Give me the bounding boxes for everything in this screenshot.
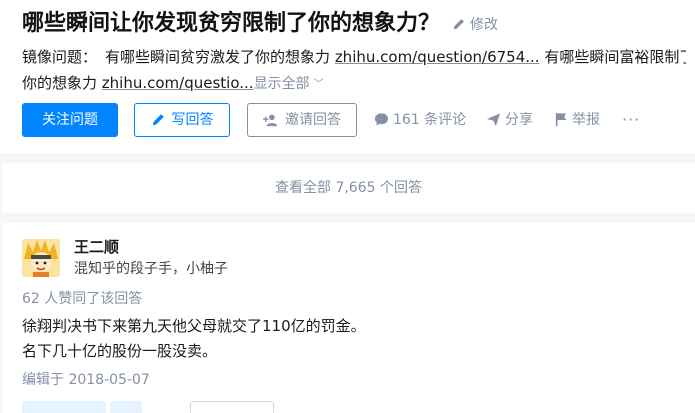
show-all-label: 显示全部 bbox=[253, 76, 310, 92]
answer-action-bar bbox=[22, 401, 322, 413]
upvote-button[interactable] bbox=[22, 401, 106, 413]
show-all-button[interactable]: 显示全部 ﹀ bbox=[254, 76, 324, 92]
view-all-answers-button[interactable]: 查看全部 7,665 个回答 bbox=[2, 163, 695, 213]
edit-label: 修改 bbox=[470, 17, 498, 33]
votes-note: 62 人赞同了该回答 bbox=[22, 291, 143, 307]
share-label: 分享 bbox=[505, 112, 533, 128]
answer-secondary-button[interactable] bbox=[190, 401, 274, 413]
share-button[interactable]: 分享 bbox=[486, 103, 533, 137]
write-answer-label: 写回答 bbox=[171, 112, 214, 128]
author-bio: 混知乎的段子手，小柚子 bbox=[74, 261, 228, 277]
avatar-image bbox=[22, 239, 60, 277]
answer-content: 徐翔判决书下来第九天他父母就交了110亿的罚金。 名下几十亿的股份一股没卖。 bbox=[22, 314, 366, 364]
invite-answer-label: 邀请回答 bbox=[285, 112, 341, 128]
downvote-button[interactable] bbox=[110, 401, 142, 413]
question-actions: 关注问题 写回答 邀请回答 161 条评论 分享 举报 ··· bbox=[22, 103, 695, 137]
pencil-icon bbox=[152, 114, 164, 126]
chevron-down-icon: ﹀ bbox=[313, 79, 324, 90]
comment-bubble-icon bbox=[374, 113, 389, 126]
comments-label: 161 条评论 bbox=[393, 112, 467, 128]
answer-card: 王二顺 混知乎的段子手，小柚子 62 人赞同了该回答 徐翔判决书下来第九天他父母… bbox=[2, 223, 695, 413]
comments-button[interactable]: 161 条评论 bbox=[374, 103, 466, 137]
edit-time[interactable]: 编辑于 2018-05-07 bbox=[22, 369, 150, 391]
author-name[interactable]: 王二顺 bbox=[74, 236, 119, 258]
question-title: 哪些瞬间让你发现贫穷限制了你的想象力？ bbox=[22, 11, 441, 36]
question-detail-line-1: 镜像问题： 有哪些瞬间贫穷激发了你的想象力 zhihu.com/question/… bbox=[22, 44, 686, 70]
answer-paragraph: 名下几十亿的股份一股没卖。 bbox=[22, 342, 218, 360]
answer-paragraph: 徐翔判决书下来第九天他父母就交了110亿的罚金。 bbox=[22, 317, 366, 335]
avatar[interactable] bbox=[22, 239, 60, 277]
report-button[interactable]: 举报 bbox=[554, 103, 600, 137]
paper-plane-icon bbox=[486, 113, 501, 127]
question-header: 哪些瞬间让你发现贫穷限制了你的想象力？ 修改 镜像问题： 有哪些瞬间贫穷激发了你的… bbox=[0, 0, 695, 153]
write-answer-button[interactable]: 写回答 bbox=[134, 103, 230, 137]
invite-answer-button[interactable]: 邀请回答 bbox=[247, 103, 357, 137]
question-detail-line-2: 你的想象力 zhihu.com/questio...显示全部 ﹀ bbox=[22, 70, 686, 96]
follow-question-button[interactable]: 关注问题 bbox=[22, 103, 118, 137]
detail-text-1: 有哪些瞬间贫穷激发了你的想象力 bbox=[105, 48, 331, 66]
edit-question-link[interactable]: 修改 bbox=[452, 15, 498, 35]
detail-prefix: 镜像问题： bbox=[22, 48, 98, 66]
report-label: 举报 bbox=[572, 112, 600, 128]
detail-text-2: 有哪些瞬间富裕限制了 bbox=[544, 48, 686, 66]
question-link-2[interactable]: zhihu.com/questio... bbox=[102, 74, 254, 92]
detail-text-3: 你的想象力 bbox=[22, 74, 98, 92]
more-icon[interactable]: ··· bbox=[622, 103, 640, 137]
question-detail: 镜像问题： 有哪些瞬间贫穷激发了你的想象力 zhihu.com/question/… bbox=[22, 44, 686, 96]
question-link-1[interactable]: zhihu.com/question/6754... bbox=[335, 48, 540, 66]
flag-icon bbox=[555, 112, 567, 127]
pencil-icon bbox=[453, 19, 464, 30]
person-plus-icon bbox=[263, 114, 278, 127]
